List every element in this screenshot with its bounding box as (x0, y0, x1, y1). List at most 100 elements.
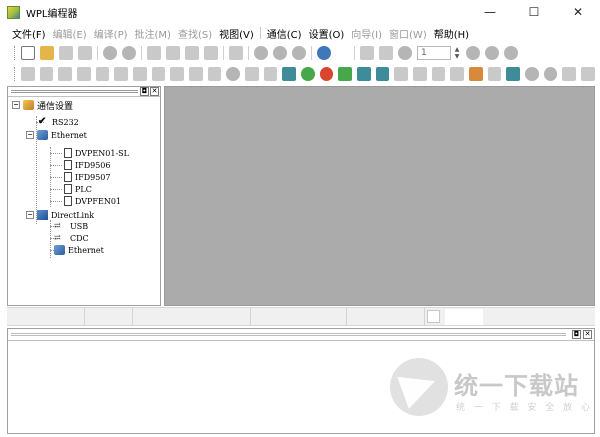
online-icon[interactable] (338, 67, 353, 81)
start-icon[interactable] (301, 67, 315, 81)
monitor-mode-icon[interactable] (357, 67, 371, 81)
status-cell (85, 308, 133, 326)
tree-node-cdc[interactable]: ⇄ CDC (54, 232, 89, 244)
panel-close-button[interactable]: ✕ (583, 330, 592, 339)
table-icon[interactable] (132, 67, 147, 81)
trace-icon[interactable] (487, 67, 502, 81)
line-icon[interactable] (76, 67, 91, 81)
grid-icon[interactable] (263, 67, 278, 81)
zoom-out-icon[interactable] (292, 46, 306, 60)
editor-workspace[interactable] (164, 86, 595, 306)
menu-edit[interactable]: 编辑(E) (53, 26, 87, 41)
paste-icon[interactable] (185, 46, 199, 60)
print-icon[interactable] (78, 46, 92, 60)
cut-icon[interactable] (147, 46, 161, 60)
network-icon (37, 130, 48, 140)
menu-file[interactable]: 文件(F) (12, 26, 46, 41)
find-icon[interactable] (525, 67, 539, 81)
tree-node-ethernet[interactable]: − Ethernet (26, 129, 87, 141)
refresh-icon[interactable] (229, 46, 243, 60)
copy-icon[interactable] (166, 46, 180, 60)
menu-comment[interactable]: 批注(M) (135, 26, 171, 41)
compare-icon[interactable] (562, 67, 577, 81)
diagnose-icon[interactable] (375, 67, 390, 81)
coil-icon[interactable] (39, 67, 54, 81)
location-icon[interactable] (226, 67, 241, 81)
force-icon[interactable] (431, 67, 446, 81)
close-button[interactable]: ✕ (556, 0, 600, 24)
menu-communication[interactable]: 通信(C) (267, 26, 302, 41)
collapse-icon[interactable]: − (26, 211, 34, 219)
tree-node-device[interactable]: IFD9506 (64, 159, 110, 171)
download-icon[interactable] (360, 46, 374, 60)
page-icon[interactable] (207, 67, 222, 81)
maximize-button[interactable]: ☐ (512, 0, 556, 24)
pin-button[interactable]: ◘ (572, 330, 581, 339)
save-icon[interactable] (59, 46, 73, 60)
tree-node-root[interactable]: − 通信设置 (12, 99, 73, 112)
open-folder-icon[interactable] (40, 46, 54, 60)
device-icon[interactable] (114, 67, 128, 81)
menu-search[interactable]: 查找(S) (178, 26, 212, 41)
device-icon (64, 184, 72, 194)
panel-grip[interactable] (11, 90, 138, 93)
contact-icon[interactable] (20, 67, 35, 81)
status-field (445, 309, 483, 325)
step-input[interactable]: 1 (417, 46, 451, 60)
pin-button[interactable]: ◘ (140, 87, 149, 96)
set-off-icon[interactable] (413, 67, 427, 81)
menu-separator (259, 27, 261, 39)
tree-node-label: DirectLink (51, 210, 95, 220)
tree-node-rs232[interactable]: ✔ RS232 (38, 116, 79, 128)
run-icon[interactable] (466, 46, 480, 60)
zoom-icon[interactable] (254, 46, 268, 60)
menu-help[interactable]: 帮助(H) (434, 26, 469, 41)
new-file-icon[interactable] (21, 46, 35, 60)
toolbar-grip[interactable] (14, 67, 17, 81)
redo-icon[interactable] (122, 46, 136, 60)
delete-icon[interactable] (204, 46, 218, 60)
chart-icon[interactable] (95, 67, 110, 81)
menu-view[interactable]: 视图(V) (219, 26, 254, 41)
zoom-in-icon[interactable] (273, 46, 287, 60)
tree-node-label: RS232 (52, 117, 79, 127)
set-on-icon[interactable] (394, 67, 409, 81)
picture-icon[interactable] (506, 67, 521, 81)
minimize-button[interactable]: — (468, 0, 512, 24)
monitor-icon[interactable] (398, 46, 412, 60)
replace-icon[interactable] (543, 67, 558, 81)
device-icon (64, 196, 72, 206)
collapse-icon[interactable]: − (26, 131, 34, 139)
register-icon[interactable] (469, 67, 483, 81)
comment-icon[interactable] (189, 67, 203, 81)
function-icon[interactable] (58, 67, 72, 81)
system-block-icon[interactable] (581, 67, 595, 81)
step-into-icon[interactable] (504, 46, 518, 60)
module-icon[interactable] (151, 67, 166, 81)
upload-icon[interactable] (379, 46, 393, 60)
help-icon[interactable] (317, 46, 331, 60)
menu-compile[interactable]: 编译(P) (94, 26, 128, 41)
tree-node-ethernet-direct[interactable]: Ethernet (54, 244, 104, 256)
tree-node-usb[interactable]: ⇄ USB (54, 220, 88, 232)
menu-wizard[interactable]: 向导(I) (351, 26, 382, 41)
collapse-icon[interactable]: − (12, 101, 20, 109)
edit-icon[interactable] (170, 67, 184, 81)
menu-window[interactable]: 窗口(W) (389, 26, 427, 41)
toolbar-grip[interactable] (14, 46, 17, 60)
panel-close-button[interactable]: ✕ (150, 87, 159, 96)
tree-node-device[interactable]: IFD9507 (64, 171, 110, 183)
block-icon[interactable] (245, 67, 259, 81)
tree-node-device[interactable]: DVPFEN01 (64, 195, 121, 207)
tree-node-label: IFD9507 (75, 172, 111, 182)
tree-node-device[interactable]: PLC (64, 183, 92, 195)
network-icon[interactable] (282, 67, 297, 81)
step-spinner[interactable]: ▲ ▼ (453, 46, 461, 60)
panel-grip[interactable] (11, 333, 566, 336)
menu-settings[interactable]: 设置(O) (309, 26, 345, 41)
loop-icon[interactable] (485, 46, 499, 60)
undo-icon[interactable] (103, 46, 117, 60)
unforce-icon[interactable] (450, 67, 465, 81)
tree-node-device[interactable]: DVPEN01-SL (64, 147, 129, 159)
stop-icon[interactable] (319, 67, 334, 81)
